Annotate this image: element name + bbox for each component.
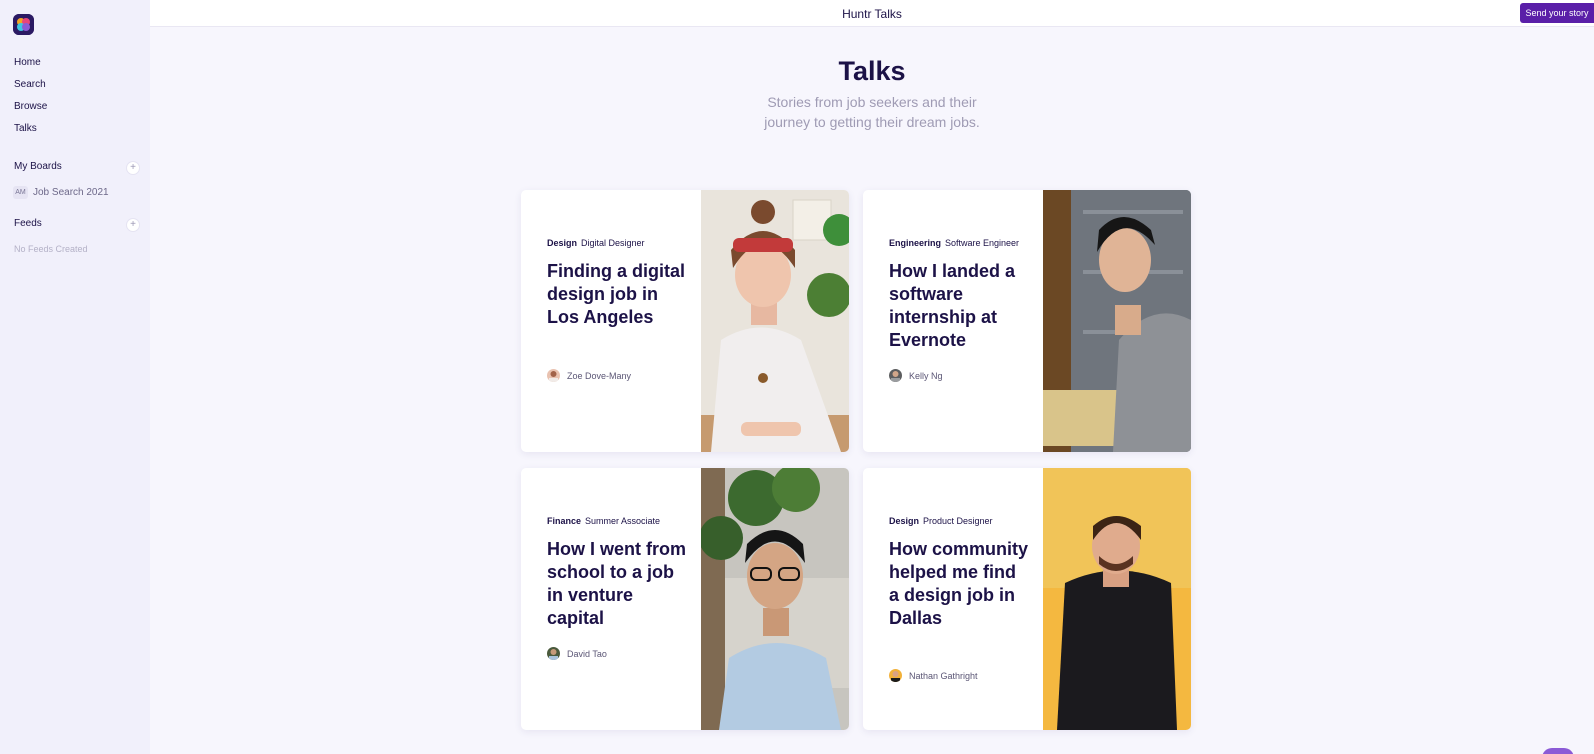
sidebar-item-search[interactable]: Search [14,78,47,100]
sidebar-item-talks[interactable]: Talks [14,122,47,144]
card-tags: Finance Summer Associate [547,516,660,526]
card-title[interactable]: How I landed a software internship at Ev… [889,260,1029,352]
board-item[interactable]: AM Job Search 2021 [13,186,109,199]
card-photo [701,190,849,452]
card-title[interactable]: How I went from school to a job in ventu… [547,538,687,630]
author-avatar [889,669,902,682]
sidebar-nav: Home Search Browse Talks [14,56,47,144]
talk-card-nathan[interactable]: Design Product Designer How community hel… [863,468,1191,730]
card-category[interactable]: Design [547,238,577,248]
card-category[interactable]: Finance [547,516,581,526]
feeds-section: Feeds + [14,218,140,234]
card-category[interactable]: Engineering [889,238,941,248]
my-boards-heading: My Boards [14,161,62,172]
card-author: Kelly Ng [889,369,943,382]
card-role[interactable]: Summer Associate [585,516,660,526]
talk-card-kelly[interactable]: Engineering Software Engineer How I lande… [863,190,1191,452]
author-avatar [547,647,560,660]
card-author: David Tao [547,647,607,660]
page-title: Talks [838,56,906,86]
help-widget-button[interactable] [1542,748,1574,754]
talk-card-zoe[interactable]: Design Digital Designer Finding a digital… [521,190,849,452]
sidebar-item-browse[interactable]: Browse [14,100,47,122]
card-photo [701,468,849,730]
board-initials: AM [13,186,28,199]
huntr-logo-icon[interactable] [13,14,34,35]
send-your-story-button[interactable]: Send your story [1520,3,1594,23]
page-subtitle: Stories from job seekers and their journ… [150,92,1594,132]
author-avatar [889,369,902,382]
card-role[interactable]: Product Designer [923,516,993,526]
author-name: Kelly Ng [909,370,943,381]
card-role[interactable]: Digital Designer [581,238,645,248]
my-boards-section: My Boards + [14,161,140,177]
app-title: Huntr Talks [842,7,902,21]
card-photo [1043,468,1191,730]
card-title[interactable]: Finding a digital design job in Los Ange… [547,260,687,329]
card-tags: Engineering Software Engineer [889,238,1019,248]
card-tags: Design Digital Designer [547,238,645,248]
sidebar: Home Search Browse Talks My Boards + AM … [0,0,150,754]
author-name: David Tao [567,648,607,659]
board-name: Job Search 2021 [33,187,109,198]
feeds-empty-text: No Feeds Created [14,244,88,254]
card-photo [1043,190,1191,452]
card-role[interactable]: Software Engineer [945,238,1019,248]
feeds-heading: Feeds [14,218,42,229]
card-title[interactable]: How community helped me find a design jo… [889,538,1029,630]
add-feed-button[interactable]: + [126,218,140,232]
card-author: Nathan Gathright [889,669,978,682]
author-avatar [547,369,560,382]
top-bar: Huntr Talks Send your story [150,0,1594,27]
sidebar-item-home[interactable]: Home [14,56,47,78]
add-board-button[interactable]: + [126,161,140,175]
author-name: Zoe Dove-Many [567,370,632,381]
subtitle-line-2: journey to getting their dream jobs. [764,114,980,130]
talk-card-david[interactable]: Finance Summer Associate How I went from … [521,468,849,730]
card-category[interactable]: Design [889,516,919,526]
card-author: Zoe Dove-Many [547,369,631,382]
subtitle-line-1: Stories from job seekers and their [767,94,977,110]
card-tags: Design Product Designer [889,516,993,526]
author-name: Nathan Gathright [909,670,978,681]
